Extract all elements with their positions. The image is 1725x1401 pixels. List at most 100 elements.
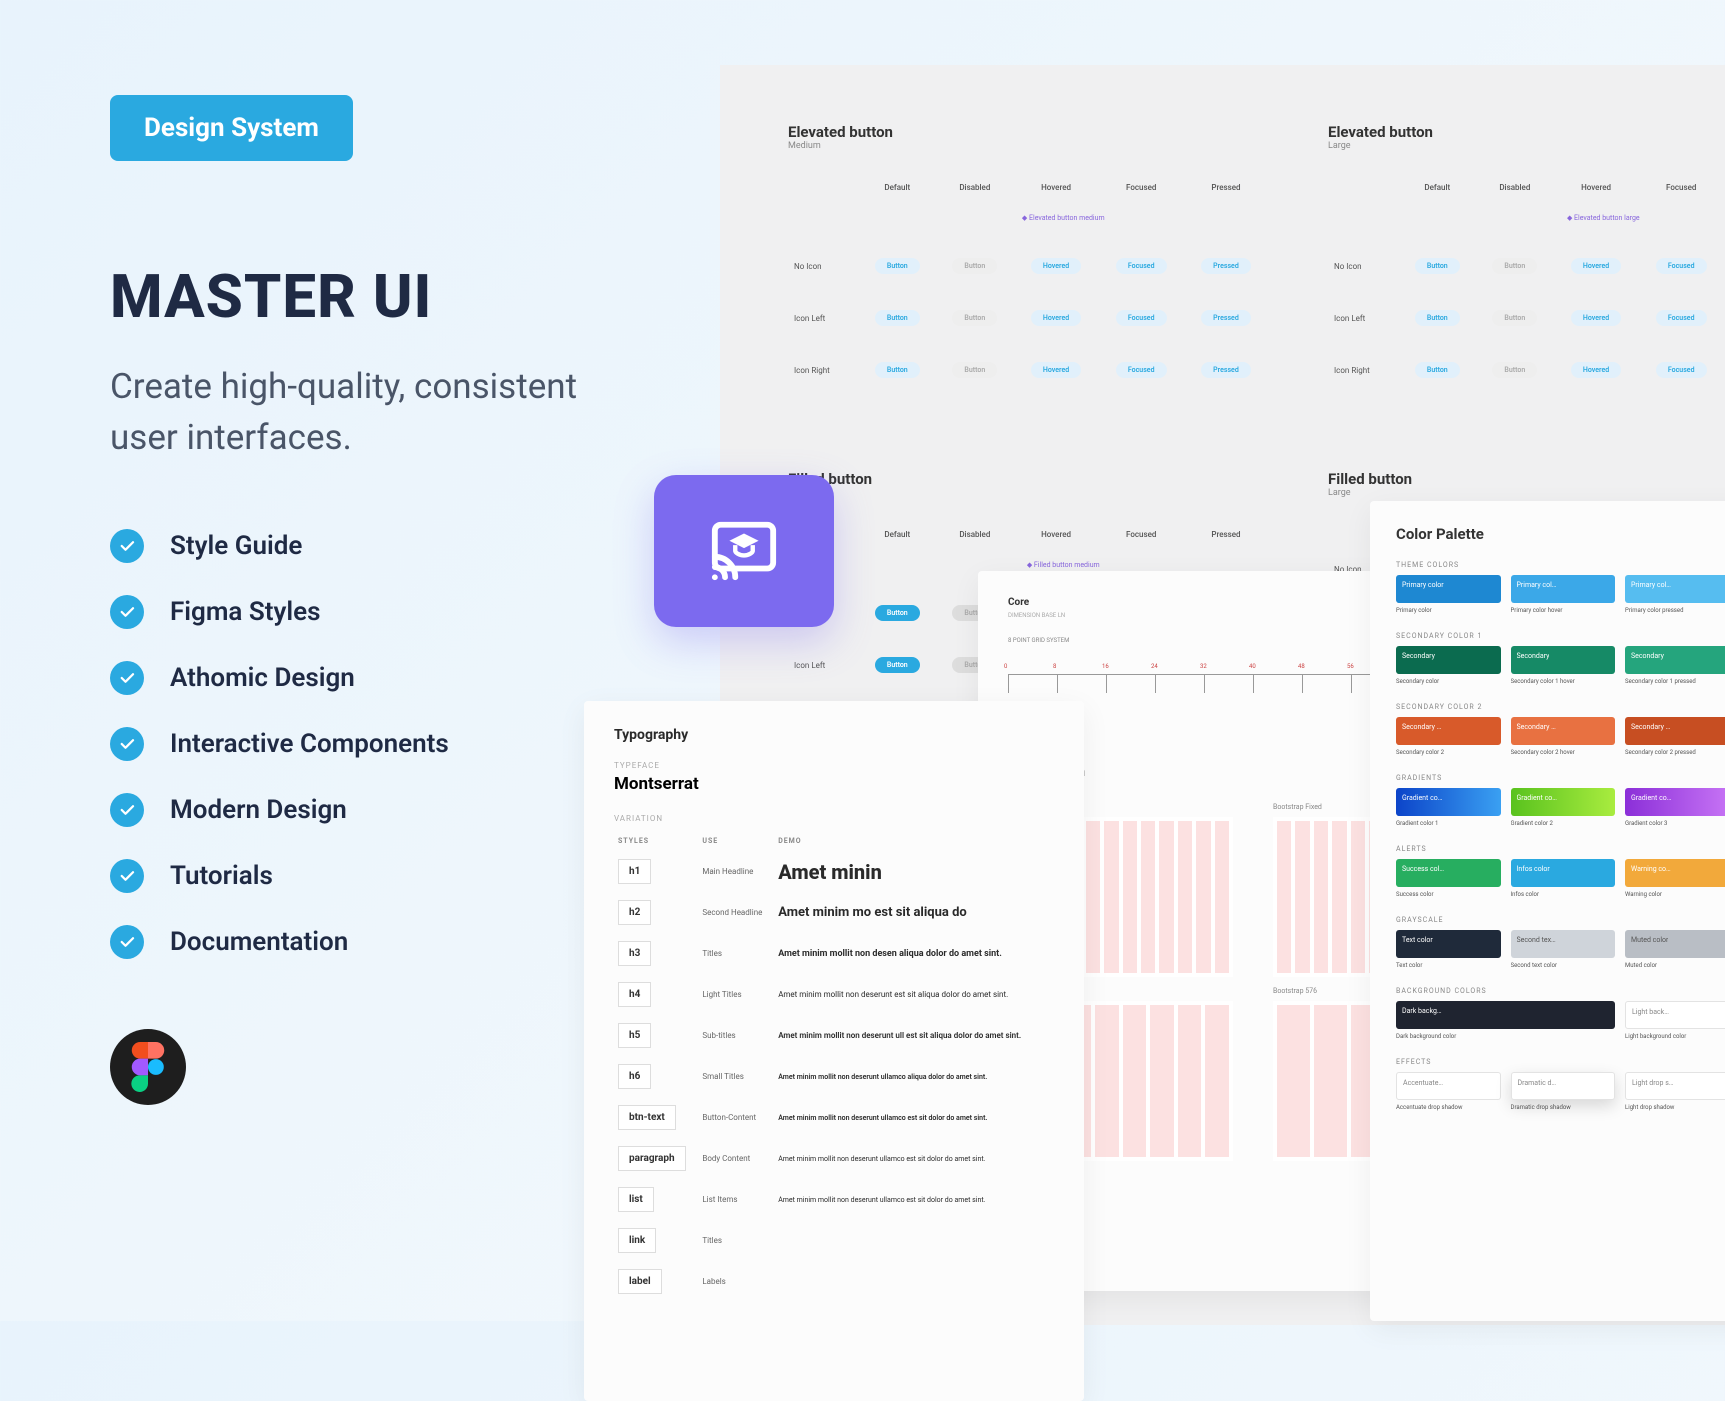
feature-list: Style GuideFigma StylesAthomic DesignInt…: [110, 529, 590, 959]
color-swatch: Accentuate…Accentuate drop shadow: [1396, 1072, 1501, 1111]
feature-item: Modern Design: [110, 793, 590, 827]
swatch-overlay-label: Gradient co…: [1402, 794, 1442, 802]
swatch-name: Dark background color: [1396, 1033, 1615, 1040]
swatch-overlay-label: Light back…: [1632, 1008, 1669, 1016]
palette-category-label: SECONDARY COLOR 1: [1396, 632, 1725, 640]
color-swatch: Secondary Secondary color 1 hover: [1511, 646, 1616, 685]
color-swatch: Gradient co… Gradient color 1: [1396, 788, 1501, 827]
button-specimen: Button: [1415, 362, 1460, 378]
swatch-overlay-label: Secondary …: [1631, 723, 1670, 731]
section-size: Medium: [788, 141, 1268, 151]
style-use: Second Headline: [698, 892, 774, 933]
color-swatch: Warning co…Warning color: [1625, 859, 1725, 898]
figma-logo: [110, 1029, 186, 1105]
color-swatch: Gradient co… Gradient color 2: [1511, 788, 1616, 827]
swatch-overlay-label: Success col…: [1402, 865, 1444, 873]
swatch-overlay-label: Secondary: [1517, 652, 1550, 660]
check-icon: [110, 859, 144, 893]
button-specimen: Button: [875, 657, 920, 673]
style-tag: link: [618, 1228, 656, 1253]
state-header: Disabled: [936, 526, 1014, 543]
style-tag: h6: [618, 1064, 651, 1089]
swatch-name: Secondary color 1 hover: [1511, 678, 1616, 685]
button-specimen: Hovered: [1571, 258, 1621, 274]
swatch-overlay-label: Dark backg…: [1402, 1007, 1442, 1015]
state-header: Default: [859, 526, 937, 543]
style-demo: Amet minim mo est sit aliqua do: [774, 892, 1054, 933]
check-icon: [110, 727, 144, 761]
ruler-value: 0: [1004, 663, 1007, 670]
color-swatch: Secondary … Secondary color 2 pressed: [1625, 717, 1725, 756]
design-canvas: Elevated button Medium DefaultDisabledHo…: [720, 65, 1725, 1325]
color-swatch: Light drop s…Light drop shadow: [1625, 1072, 1725, 1111]
section-size: Large: [1328, 141, 1725, 151]
state-header: Pressed: [1184, 526, 1268, 543]
page-title: MASTER UI: [110, 261, 590, 332]
swatch-overlay-label: Second tex…: [1517, 936, 1556, 944]
swatch-name: Gradient color 2: [1511, 820, 1616, 827]
state-header: Hovered: [1014, 179, 1099, 196]
row-label: Icon Right: [1328, 344, 1399, 396]
swatch-overlay-label: Muted color: [1631, 936, 1668, 944]
swatch-overlay-label: Secondary: [1631, 652, 1664, 660]
section-title: Elevated button: [788, 123, 1268, 141]
style-tag: list: [618, 1187, 654, 1212]
check-icon: [110, 793, 144, 827]
color-swatch: Success col…Success color: [1396, 859, 1501, 898]
font-name: Montserrat: [614, 774, 1054, 794]
swatch-name: Gradient color 1: [1396, 820, 1501, 827]
swatch-name: Secondary color 2 pressed: [1625, 749, 1725, 756]
state-header: Hovered: [1554, 179, 1639, 196]
button-specimen: Button: [1415, 310, 1460, 326]
variant-label: ◆ Elevated button medium: [859, 196, 1268, 240]
style-use: Small Titles: [698, 1056, 774, 1097]
button-specimen: Button: [875, 310, 920, 326]
row-label: Icon Left: [788, 639, 859, 691]
button-specimen: Pressed: [1201, 258, 1251, 274]
state-header: Default: [859, 179, 937, 196]
style-use: List Items: [698, 1179, 774, 1220]
button-specimen: Focused: [1656, 310, 1707, 326]
feature-item: Documentation: [110, 925, 590, 959]
check-icon: [110, 595, 144, 629]
state-header: Hovered: [1014, 526, 1099, 543]
color-swatch: Text colorText color: [1396, 930, 1501, 969]
ruler-value: 32: [1200, 663, 1207, 670]
swatch-name: Accentuate drop shadow: [1396, 1104, 1501, 1111]
typo-column: STYLES: [614, 831, 698, 851]
swatch-overlay-label: Gradient co…: [1517, 794, 1557, 802]
button-specimen: Pressed: [1201, 310, 1251, 326]
swatch-name: Infos color: [1511, 891, 1616, 898]
check-icon: [110, 529, 144, 563]
row-label: Icon Left: [788, 292, 859, 344]
swatch-overlay-label: Light drop s…: [1632, 1079, 1674, 1087]
ruler-value: 56: [1347, 663, 1354, 670]
style-tag: btn-text: [618, 1105, 676, 1130]
ruler-value: 8: [1053, 663, 1056, 670]
button-specimen: Focused: [1116, 310, 1167, 326]
button-specimen: Button: [952, 362, 997, 378]
ruler-value: 40: [1249, 663, 1256, 670]
state-header: Focused: [1639, 179, 1724, 196]
swatch-overlay-label: Secondary: [1402, 652, 1435, 660]
style-use: Titles: [698, 1220, 774, 1261]
button-specimen: Button: [1415, 258, 1460, 274]
button-specimen: Button: [1492, 362, 1537, 378]
style-demo: [774, 1220, 1054, 1261]
row-label: No Icon: [788, 240, 859, 292]
style-demo: Amet minim mollit non deserunt ull est s…: [774, 1015, 1054, 1056]
button-specimen: Focused: [1116, 258, 1167, 274]
check-icon: [110, 661, 144, 695]
style-use: Button-Content: [698, 1097, 774, 1138]
color-swatch: Second tex…Second text color: [1511, 930, 1616, 969]
swatch-overlay-label: Primary col…: [1517, 581, 1557, 589]
style-demo: Amet minim mollit non deserunt ullamco e…: [774, 1179, 1054, 1220]
color-swatch: SecondarySecondary color: [1396, 646, 1501, 685]
feature-label: Tutorials: [170, 861, 273, 891]
style-use: Titles: [698, 933, 774, 974]
swatch-name: Primary color: [1396, 607, 1501, 614]
button-specimen: Hovered: [1031, 310, 1081, 326]
color-swatch: Muted colorMuted color: [1625, 930, 1725, 969]
state-header: Focused: [1099, 526, 1184, 543]
feature-label: Figma Styles: [170, 597, 320, 627]
